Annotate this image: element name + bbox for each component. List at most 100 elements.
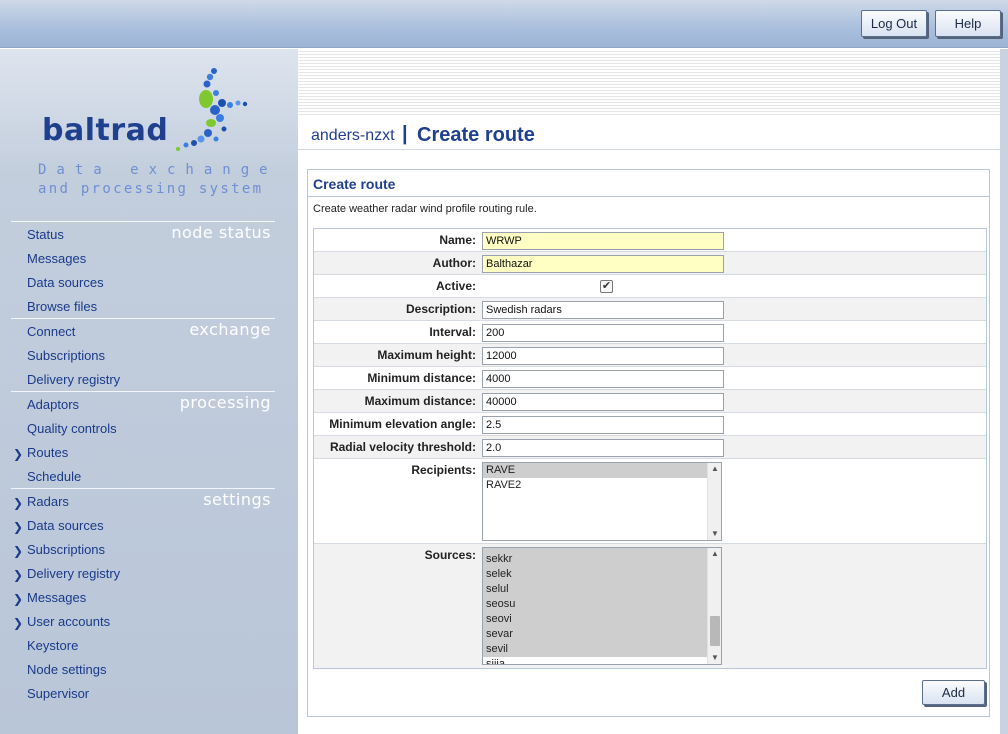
nav-item-delivery-registry[interactable]: Delivery registry	[27, 372, 120, 392]
nav-item-settings-messages-label: Messages	[27, 590, 87, 605]
title-divider	[298, 149, 1000, 150]
nav-item-node-settings[interactable]: Node settings	[27, 662, 107, 682]
nav-item-settings-delivery-registry[interactable]: ❯ Delivery registry	[13, 566, 121, 586]
author-label: Author:	[432, 256, 476, 270]
author-input[interactable]: Balthazar	[482, 255, 724, 273]
nav-item-adaptors[interactable]: Adaptors	[27, 397, 79, 417]
logo-wordmark: baltrad	[42, 113, 169, 148]
nav-item-subscriptions[interactable]: Subscriptions	[27, 348, 105, 368]
form-row-min-elevation: Minimum elevation angle: 2.5	[314, 413, 986, 436]
nav-item-settings-subscriptions-label: Subscriptions	[27, 542, 106, 557]
nav-item-radars[interactable]: ❯ Radars	[13, 494, 69, 514]
baltrad-logo: baltrad Data exchange and processing sys…	[30, 61, 270, 197]
recipients-label: Recipients:	[411, 463, 476, 477]
nav-item-connect[interactable]: Connect	[27, 324, 75, 344]
nav-item-messages[interactable]: Messages	[27, 251, 86, 271]
recipients-listbox[interactable]: RAVE RAVE2 ▲ ▼	[482, 462, 722, 541]
nav-item-quality-controls[interactable]: Quality controls	[27, 421, 117, 441]
description-input[interactable]: Swedish radars	[482, 301, 724, 319]
logo-tagline-2: and processing system	[38, 181, 264, 197]
nav-item-user-accounts-label: User accounts	[27, 614, 111, 629]
scroll-up-icon[interactable]: ▲	[708, 548, 721, 560]
scroll-down-icon[interactable]: ▼	[708, 652, 721, 664]
nav-item-browse-files[interactable]: Browse files	[27, 299, 97, 319]
nav-section-settings: settings ❯ Radars ❯ Data sources ❯ Subsc…	[11, 488, 275, 708]
nav-item-settings-subscriptions[interactable]: ❯ Subscriptions	[13, 542, 106, 562]
nav-item-keystore[interactable]: Keystore	[27, 638, 78, 658]
source-option[interactable]: seovi	[483, 612, 721, 627]
source-option[interactable]: selul	[483, 582, 721, 597]
min-elevation-input[interactable]: 2.5	[482, 416, 724, 434]
nav-item-schedule[interactable]: Schedule	[27, 469, 81, 489]
form-row-recipients: Recipients: RAVE RAVE2 ▲ ▼	[314, 459, 986, 544]
form-row-description: Description: Swedish radars	[314, 298, 986, 321]
source-option[interactable]: sevar	[483, 627, 721, 642]
nav-item-settings-data-sources-label: Data sources	[27, 518, 104, 533]
chevron-right-icon: ❯	[13, 496, 24, 510]
sources-label: Sources:	[424, 548, 476, 562]
main-content: anders-nzxt | Create route Create route …	[298, 49, 1008, 734]
nav-item-routes[interactable]: ❯ Routes	[13, 445, 68, 465]
form-row-active: Active: ✔	[314, 275, 986, 298]
min-elevation-label: Minimum elevation angle:	[329, 417, 476, 431]
chevron-right-icon: ❯	[13, 592, 24, 606]
page-title-tab: anders-nzxt | Create route	[301, 117, 549, 149]
form-row-author: Author: Balthazar	[314, 252, 986, 275]
logout-button[interactable]: Log Out	[861, 10, 927, 37]
source-option[interactable]: selek	[483, 567, 721, 582]
add-button[interactable]: Add	[922, 680, 985, 705]
form-row-max-distance: Maximum distance: 40000	[314, 390, 986, 413]
chevron-right-icon: ❯	[13, 544, 24, 558]
max-height-input[interactable]: 12000	[482, 347, 724, 365]
max-distance-input[interactable]: 40000	[482, 393, 724, 411]
scroll-thumb[interactable]	[710, 616, 720, 646]
section-label-processing: processing	[179, 393, 271, 412]
logo-tagline-1: Data exchange	[38, 162, 278, 178]
radial-velocity-label: Radial velocity threshold:	[329, 440, 476, 454]
source-option[interactable]: seosu	[483, 597, 721, 612]
nav-item-data-sources[interactable]: Data sources	[27, 275, 104, 295]
min-distance-input[interactable]: 4000	[482, 370, 724, 388]
name-input[interactable]: WRWP	[482, 232, 724, 250]
scroll-down-icon[interactable]: ▼	[708, 528, 721, 540]
panel-header: Create route	[308, 170, 989, 197]
recipient-option[interactable]: RAVE	[483, 463, 721, 478]
panel-description: Create weather radar wind profile routin…	[313, 203, 537, 215]
nav-section-exchange: exchange Connect Subscriptions Delivery …	[11, 318, 275, 391]
help-button[interactable]: Help	[935, 10, 1001, 37]
title-separator: |	[402, 123, 408, 145]
form-row-radial-velocity: Radial velocity threshold: 2.0	[314, 436, 986, 459]
description-label: Description:	[405, 302, 476, 316]
max-distance-label: Maximum distance:	[364, 394, 476, 408]
nav-item-settings-messages[interactable]: ❯ Messages	[13, 590, 87, 610]
radial-velocity-input[interactable]: 2.0	[482, 439, 724, 457]
sources-scrollbar[interactable]: ▲ ▼	[707, 548, 721, 664]
recipients-scrollbar[interactable]: ▲ ▼	[707, 463, 721, 540]
logo-graphic-icon	[176, 68, 248, 151]
chevron-right-icon: ❯	[13, 568, 24, 582]
source-option[interactable]: sekkr	[483, 552, 721, 567]
section-label-exchange: exchange	[189, 320, 271, 339]
nav-item-status[interactable]: Status	[27, 227, 64, 247]
nav-section-processing: processing Adaptors Quality controls ❯ R…	[11, 391, 275, 488]
nav-item-supervisor[interactable]: Supervisor	[27, 686, 89, 706]
source-option[interactable]: sevil	[483, 642, 721, 657]
nav-item-settings-delivery-registry-label: Delivery registry	[27, 566, 121, 581]
interval-input[interactable]: 200	[482, 324, 724, 342]
page-title: Create route	[417, 124, 535, 146]
sources-listbox[interactable]: sekkr selek selul seosu seovi sevar sevi…	[482, 547, 722, 665]
chevron-right-icon: ❯	[13, 447, 24, 461]
name-label: Name:	[439, 233, 476, 247]
source-option[interactable]: sijia	[483, 657, 721, 664]
scroll-up-icon[interactable]: ▲	[708, 463, 721, 475]
form-row-interval: Interval: 200	[314, 321, 986, 344]
nav-item-settings-data-sources[interactable]: ❯ Data sources	[13, 518, 104, 538]
active-checkbox[interactable]: ✔	[600, 280, 613, 293]
nav-item-user-accounts[interactable]: ❯ User accounts	[13, 614, 111, 634]
section-label-settings: settings	[203, 490, 271, 509]
interval-label: Interval:	[429, 325, 476, 339]
recipient-option[interactable]: RAVE2	[483, 478, 721, 493]
right-edge-stripe	[1000, 49, 1008, 734]
chevron-right-icon: ❯	[13, 616, 24, 630]
create-route-panel: Create route Create weather radar wind p…	[307, 169, 990, 717]
